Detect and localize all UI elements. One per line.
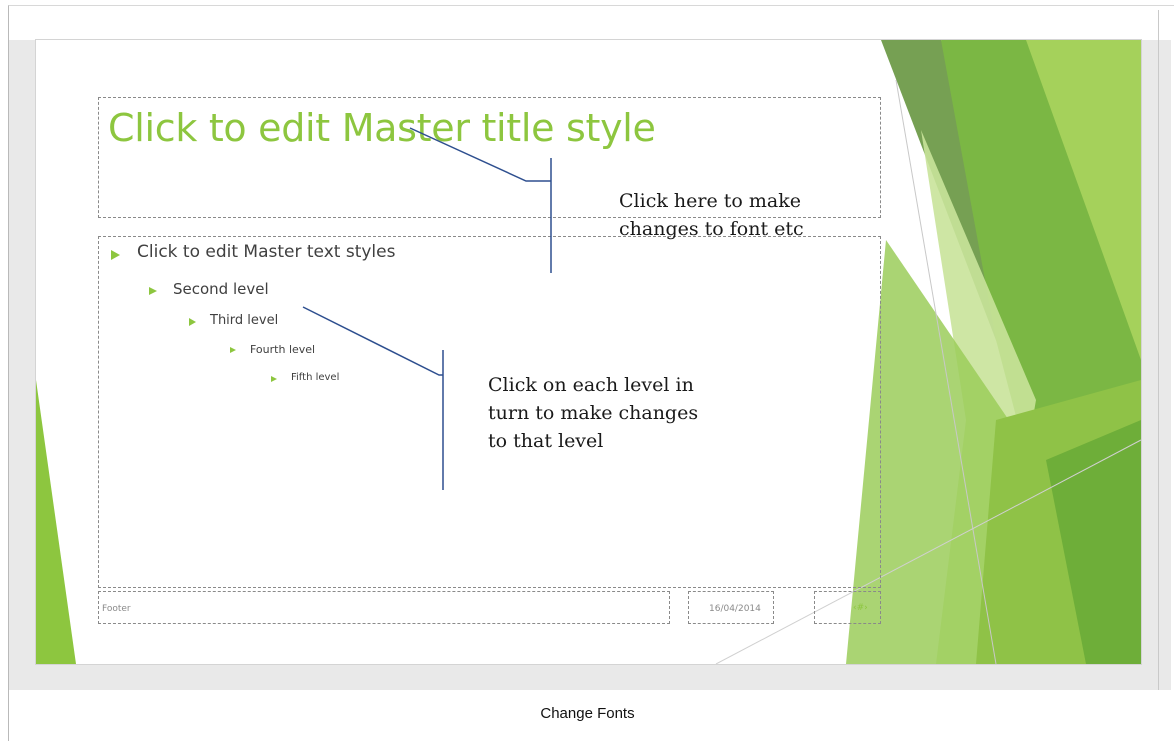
title-callout-line	[409, 127, 551, 182]
level-annotation: Click on each level in turn to make chan…	[488, 371, 698, 455]
figure-caption: Change Fonts	[540, 705, 635, 722]
title-annotation-line-2: changes to font etc	[619, 218, 804, 240]
level-callout-line	[302, 306, 443, 376]
level-annotation-line-3: to that level	[488, 430, 604, 452]
title-annotation: Click here to make changes to font etc	[619, 187, 804, 243]
title-annotation-line-1: Click here to make	[619, 190, 801, 212]
level-annotation-line-1: Click on each level in	[488, 374, 694, 396]
level-annotation-line-2: turn to make changes	[488, 402, 699, 424]
